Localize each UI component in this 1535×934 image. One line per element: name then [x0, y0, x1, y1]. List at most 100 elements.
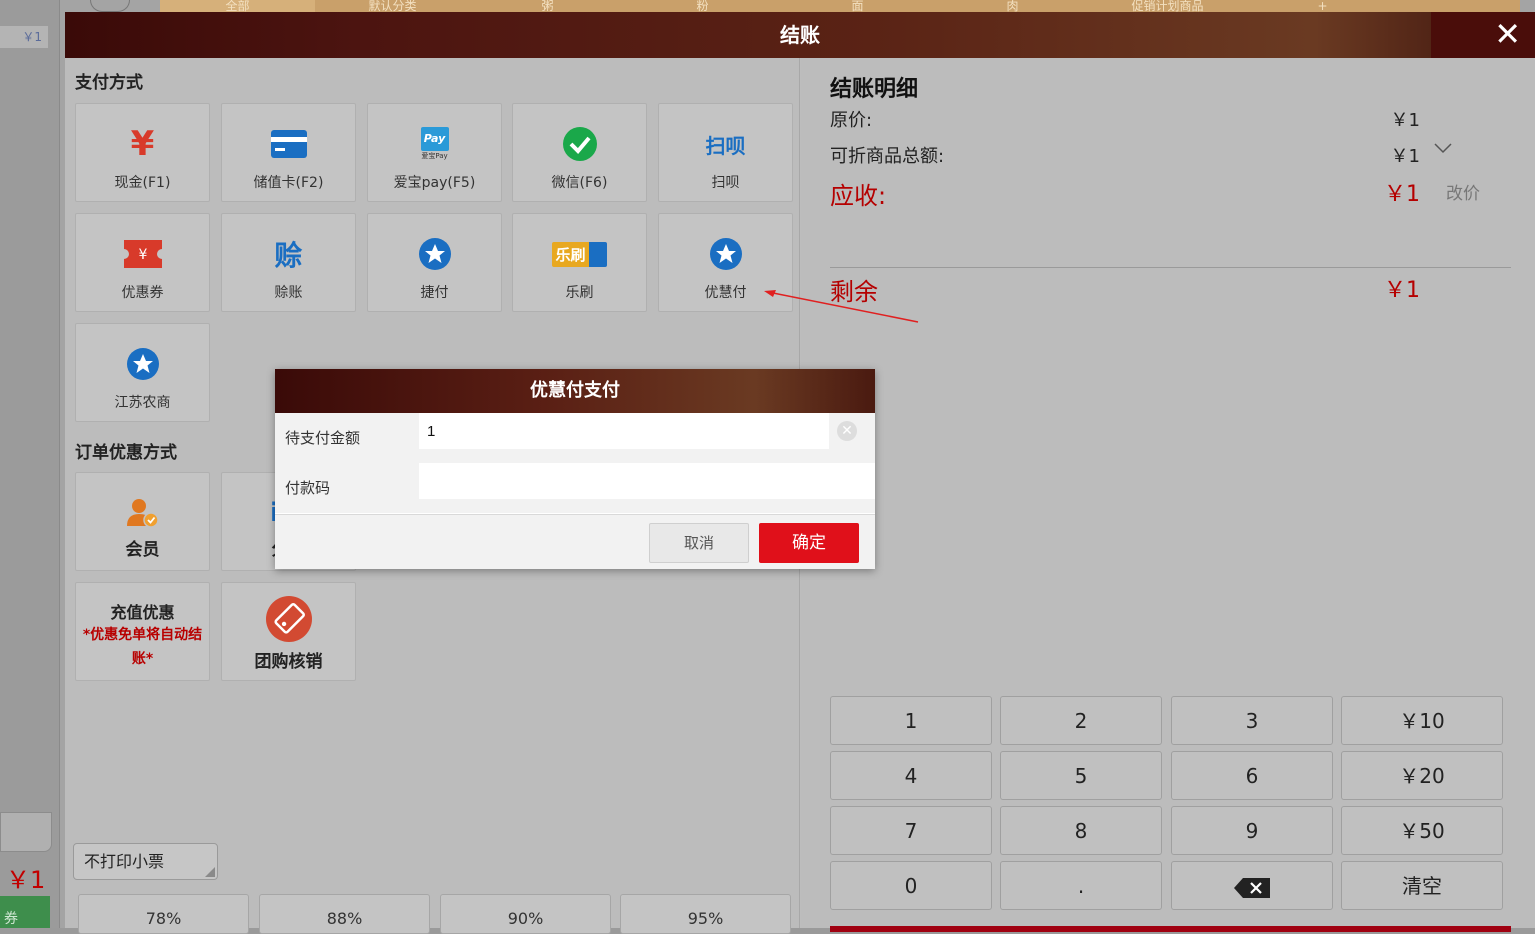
- category-tab[interactable]: 面: [780, 0, 935, 12]
- pay-wechat-button[interactable]: 微信(F6): [512, 103, 647, 202]
- key-7[interactable]: 7: [830, 806, 992, 855]
- category-tab[interactable]: 默认分类: [315, 0, 470, 12]
- pay-credit-button[interactable]: 赊 赊账: [221, 213, 356, 312]
- leshua-icon: 乐刷: [513, 236, 646, 272]
- discount-95-button[interactable]: 95%: [620, 894, 791, 934]
- key-5[interactable]: 5: [1000, 751, 1162, 800]
- discount-90-button[interactable]: 90%: [440, 894, 611, 934]
- order-discount-title: 订单优惠方式: [75, 443, 177, 463]
- member-discount-label: 会员: [125, 540, 160, 560]
- key-2[interactable]: 2: [1000, 696, 1162, 745]
- avatar: [90, 0, 130, 12]
- pay-cash-label: 现金(F1): [114, 175, 171, 191]
- key-8[interactable]: 8: [1000, 806, 1162, 855]
- payment-section-title: 支付方式: [75, 73, 143, 93]
- original-price-label: 原价:: [830, 110, 873, 131]
- no-print-toggle[interactable]: 不打印小票: [73, 843, 218, 880]
- recharge-note: *优惠免单将自动结账*: [82, 627, 203, 667]
- discount-88-button[interactable]: 88%: [259, 894, 430, 934]
- pay-jiefu-label: 捷付: [420, 285, 449, 301]
- backspace-key[interactable]: [1171, 861, 1333, 910]
- aibao-pay-icon-sub: 爱宝Pay: [421, 152, 448, 160]
- confirm-button[interactable]: 确定: [759, 523, 859, 563]
- payment-code-row: 付款码: [275, 463, 875, 513]
- key-3[interactable]: 3: [1171, 696, 1333, 745]
- saobei-icon: 扫呗: [659, 126, 792, 162]
- coupon-icon: ¥: [76, 236, 209, 272]
- discount-78-button[interactable]: 78%: [78, 894, 249, 934]
- remaining-value: ￥1: [1384, 278, 1420, 303]
- pay-aibao-button[interactable]: Pay 爱宝Pay 爱宝pay(F5): [367, 103, 502, 202]
- background-card: [0, 812, 52, 852]
- coupon-button[interactable]: 券: [0, 896, 50, 928]
- key-9[interactable]: 9: [1171, 806, 1333, 855]
- pay-jiangsu-bank-label: 江苏农商: [114, 395, 171, 411]
- pay-jiefu-button[interactable]: 捷付: [367, 213, 502, 312]
- key-20-yuan[interactable]: ￥20: [1341, 751, 1503, 800]
- divider: [830, 267, 1511, 268]
- pay-stored-card-label: 储值卡(F2): [253, 175, 324, 191]
- credit-icon-text: 赊: [274, 239, 303, 272]
- category-tab[interactable]: 肉: [935, 0, 1090, 12]
- category-tab[interactable]: 粉: [625, 0, 780, 12]
- pay-aibao-label: 爱宝pay(F5): [393, 175, 476, 191]
- key-1[interactable]: 1: [830, 696, 992, 745]
- remaining-row: 剩余 ￥1: [830, 272, 1480, 307]
- recharge-discount-button[interactable]: 充值优惠 *优惠免单将自动结账*: [75, 582, 210, 681]
- pay-coupon-label: 优惠券: [121, 285, 164, 301]
- amount-input[interactable]: [419, 413, 829, 449]
- youhuifu-dialog: 优慧付支付 待支付金额 ✕ 付款码 取消 确定: [275, 369, 875, 569]
- cancel-button[interactable]: 取消: [649, 523, 749, 563]
- amount-label: 待支付金额: [285, 429, 361, 447]
- key-0[interactable]: 0: [830, 861, 992, 910]
- yen-icon: ¥: [130, 124, 155, 164]
- group-buy-button[interactable]: 团购核销: [221, 582, 356, 681]
- backspace-icon: [1233, 877, 1271, 899]
- category-tab-strip: 全部 默认分类粥粉面肉促销计划商品 +: [160, 0, 1520, 12]
- pay-saobei-button[interactable]: 扫呗 扫呗: [658, 103, 793, 202]
- receivable-row: 应收: ￥1 改价: [830, 176, 1480, 211]
- star-badge-icon: [76, 346, 209, 382]
- category-tab[interactable]: 粥: [470, 0, 625, 12]
- discountable-total-row: 可折商品总额: ￥1: [830, 142, 1480, 168]
- group-buy-label: 团购核销: [254, 652, 323, 672]
- svg-text:¥: ¥: [138, 247, 147, 263]
- key-4[interactable]: 4: [830, 751, 992, 800]
- key-50-yuan[interactable]: ￥50: [1341, 806, 1503, 855]
- close-icon[interactable]: ✕: [1431, 12, 1535, 58]
- aibao-pay-icon-text: Pay: [420, 127, 449, 151]
- member-discount-button[interactable]: 会员: [75, 472, 210, 571]
- add-category-button[interactable]: +: [1245, 0, 1400, 12]
- member-icon: [76, 495, 209, 531]
- pay-stored-card-button[interactable]: 储值卡(F2): [221, 103, 356, 202]
- aibao-pay-icon: Pay 爱宝Pay: [368, 126, 501, 162]
- original-price-value: ￥1: [1390, 110, 1420, 131]
- category-tab[interactable]: 促销计划商品: [1090, 0, 1245, 12]
- receivable-label: 应收:: [830, 182, 887, 210]
- key-dot[interactable]: .: [1000, 861, 1162, 910]
- annotation-arrow: [764, 290, 919, 323]
- credit-icon: 赊: [222, 236, 355, 272]
- chevron-down-icon[interactable]: [1434, 142, 1452, 158]
- change-price-link[interactable]: 改价: [1446, 179, 1480, 204]
- pay-credit-label: 赊账: [274, 285, 303, 301]
- original-price-row: 原价: ￥1: [830, 106, 1480, 132]
- pay-leshua-button[interactable]: 乐刷 乐刷: [512, 213, 647, 312]
- leshua-icon-text: 乐刷: [552, 241, 607, 267]
- pay-leshua-label: 乐刷: [565, 285, 594, 301]
- pay-jiangsu-bank-button[interactable]: 江苏农商: [75, 323, 210, 422]
- dialog-title: 优慧付支付: [275, 369, 875, 413]
- confirm-checkout-bar[interactable]: [830, 926, 1511, 932]
- pay-cash-button[interactable]: ¥ 现金(F1): [75, 103, 210, 202]
- key-10-yuan[interactable]: ￥10: [1341, 696, 1503, 745]
- star-badge-icon: [659, 236, 792, 272]
- payment-code-input[interactable]: [419, 463, 875, 499]
- clear-icon[interactable]: ✕: [837, 421, 857, 441]
- category-tab[interactable]: 全部: [160, 0, 315, 12]
- pay-coupon-button[interactable]: ¥ 优惠券: [75, 213, 210, 312]
- key-6[interactable]: 6: [1171, 751, 1333, 800]
- amount-row: 待支付金额 ✕: [275, 413, 875, 463]
- clear-key[interactable]: 清空: [1341, 861, 1503, 910]
- tag-icon: [222, 595, 355, 643]
- payment-code-label: 付款码: [285, 479, 331, 497]
